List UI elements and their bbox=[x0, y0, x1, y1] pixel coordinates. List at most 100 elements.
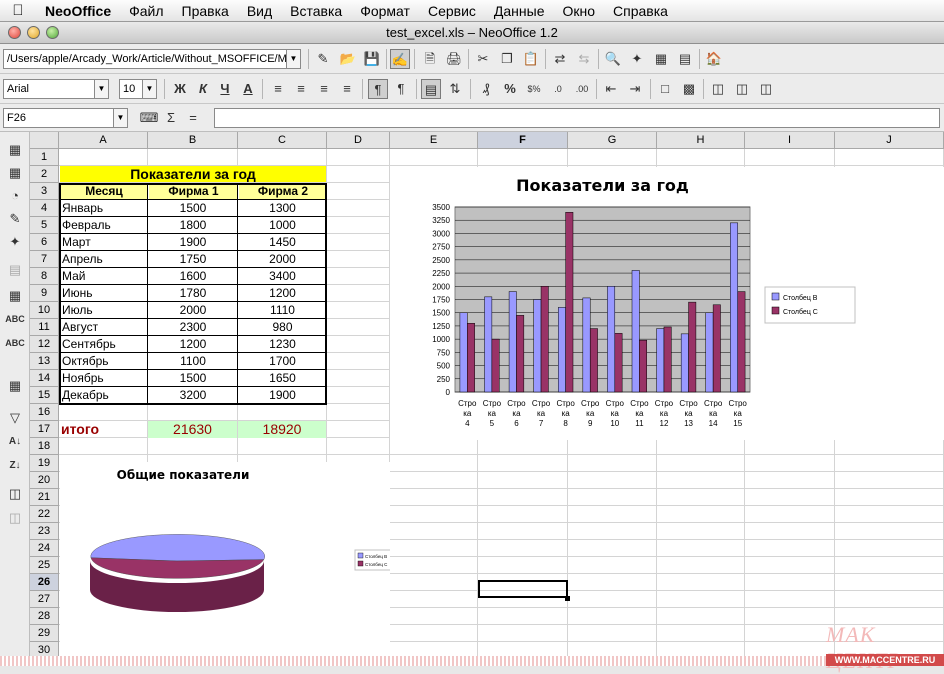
firm1-cell[interactable]: 1750 bbox=[148, 251, 238, 268]
chevron-down-icon[interactable]: ▼ bbox=[113, 109, 127, 127]
firm1-cell[interactable]: 2300 bbox=[148, 319, 238, 336]
insert-object-icon[interactable]: ◔ bbox=[5, 186, 25, 206]
row-header-4[interactable]: 4 bbox=[30, 200, 59, 217]
firm2-cell[interactable]: 1650 bbox=[238, 370, 327, 387]
menu-format[interactable]: Формат bbox=[351, 3, 419, 19]
spellcheck-icon[interactable]: ABC bbox=[5, 309, 25, 329]
font-name-combobox[interactable]: Arial ▼ bbox=[3, 79, 109, 99]
firm1-cell[interactable]: 2000 bbox=[148, 302, 238, 319]
row-header-21[interactable]: 21 bbox=[30, 489, 59, 506]
row-header-10[interactable]: 10 bbox=[30, 302, 59, 319]
firm2-cell[interactable]: 1300 bbox=[238, 200, 327, 217]
firm2-cell[interactable]: 1450 bbox=[238, 234, 327, 251]
copy-icon[interactable]: ❐ bbox=[497, 49, 517, 69]
underline-button[interactable]: Ч bbox=[215, 79, 235, 99]
italic-button[interactable]: К bbox=[193, 79, 213, 99]
edit-file-icon[interactable]: ✎ bbox=[313, 49, 333, 69]
row-header-9[interactable]: 9 bbox=[30, 285, 59, 302]
month-cell[interactable]: Апрель bbox=[62, 251, 146, 268]
redo-icon[interactable]: ⇆ bbox=[574, 49, 594, 69]
insert-rows-icon[interactable]: ▤ bbox=[5, 260, 25, 280]
wand-icon[interactable]: ✦ bbox=[5, 232, 25, 252]
bold-button[interactable]: Ж bbox=[170, 79, 190, 99]
row-header-1[interactable]: 1 bbox=[30, 149, 59, 166]
month-cell[interactable]: Август bbox=[62, 319, 146, 336]
undo-icon[interactable]: ⇄ bbox=[550, 49, 570, 69]
row-header-15[interactable]: 15 bbox=[30, 387, 59, 404]
row-header-5[interactable]: 5 bbox=[30, 217, 59, 234]
print-icon[interactable]: 🖨 bbox=[444, 49, 464, 69]
month-cell[interactable]: Ноябрь bbox=[62, 370, 146, 387]
row-header-8[interactable]: 8 bbox=[30, 268, 59, 285]
url-combobox[interactable]: /Users/apple/Arcady_Work/Article/Without… bbox=[3, 49, 301, 69]
column-header-c[interactable]: C bbox=[238, 132, 327, 149]
column-header-h[interactable]: H bbox=[657, 132, 745, 149]
firm2-cell[interactable]: 1700 bbox=[238, 353, 327, 370]
vertical-text-icon[interactable]: ⇅ bbox=[445, 79, 465, 99]
row-header-26[interactable]: 26 bbox=[30, 574, 59, 591]
sort-descending-icon[interactable]: Z↓ bbox=[5, 456, 25, 476]
month-cell[interactable]: Январь bbox=[62, 200, 146, 217]
open-folder-icon[interactable]: 📂 bbox=[338, 49, 358, 69]
hyperlink-icon[interactable]: 🏠 bbox=[704, 49, 724, 69]
navigator-icon[interactable]: ✦ bbox=[627, 49, 647, 69]
firm1-cell[interactable]: 1600 bbox=[148, 268, 238, 285]
function-button[interactable]: = bbox=[183, 108, 203, 128]
data-sources-icon[interactable]: ▤ bbox=[675, 49, 695, 69]
remove-decimal-icon[interactable]: .00 bbox=[572, 79, 592, 99]
fill-handle[interactable] bbox=[565, 596, 570, 601]
row-header-3[interactable]: 3 bbox=[30, 183, 59, 200]
row-header-29[interactable]: 29 bbox=[30, 625, 59, 642]
chevron-down-icon[interactable]: ▼ bbox=[94, 80, 108, 98]
currency-format-icon[interactable]: ₰ bbox=[476, 79, 496, 99]
increase-indent-icon[interactable]: ⇥ bbox=[625, 79, 645, 99]
align-left-icon[interactable]: ≡ bbox=[268, 79, 288, 99]
month-cell[interactable]: Февраль bbox=[62, 217, 146, 234]
month-cell[interactable]: Июнь bbox=[62, 285, 146, 302]
pie-chart[interactable]: Общие показатели Столбец B Столбец C bbox=[60, 462, 394, 666]
standard-format-icon[interactable]: $% bbox=[524, 79, 544, 99]
row-header-17[interactable]: 17 bbox=[30, 421, 59, 438]
text-direction-ltr-icon[interactable]: ¶ bbox=[368, 79, 388, 99]
row-header-7[interactable]: 7 bbox=[30, 251, 59, 268]
font-color-icon[interactable]: A bbox=[238, 79, 258, 99]
zoom-window-button[interactable] bbox=[46, 26, 59, 39]
column-header-g[interactable]: G bbox=[568, 132, 657, 149]
firm2-cell[interactable]: 1230 bbox=[238, 336, 327, 353]
row-header-13[interactable]: 13 bbox=[30, 353, 59, 370]
save-icon[interactable]: 💾 bbox=[362, 49, 382, 69]
table-header-2[interactable]: Фирма 2 bbox=[239, 183, 327, 199]
row-header-28[interactable]: 28 bbox=[30, 608, 59, 625]
menu-edit[interactable]: Правка bbox=[173, 3, 238, 19]
column-header-d[interactable]: D bbox=[327, 132, 390, 149]
cut-icon[interactable]: ✂ bbox=[473, 49, 493, 69]
split-cells-icon[interactable]: ◫ bbox=[732, 79, 752, 99]
apple-menu-icon[interactable]:  bbox=[0, 2, 36, 19]
active-cell[interactable] bbox=[478, 580, 568, 598]
wrap-text-icon[interactable]: ◫ bbox=[756, 79, 776, 99]
row-header-20[interactable]: 20 bbox=[30, 472, 59, 489]
autospellcheck-icon[interactable]: ABC bbox=[5, 333, 25, 353]
bar-chart[interactable]: Показатели за год 0 250 500 750 1000 1250 1500 1… bbox=[390, 167, 944, 440]
decrease-indent-icon[interactable]: ⇤ bbox=[601, 79, 621, 99]
firm2-cell[interactable]: 1000 bbox=[238, 217, 327, 234]
select-all-corner[interactable] bbox=[30, 132, 59, 149]
row-header-6[interactable]: 6 bbox=[30, 234, 59, 251]
month-cell[interactable]: Сентябрь bbox=[62, 336, 146, 353]
formula-input[interactable] bbox=[214, 108, 940, 128]
month-cell[interactable]: Март bbox=[62, 234, 146, 251]
paste-icon[interactable]: 📋 bbox=[521, 49, 541, 69]
table-header-0[interactable]: Месяц bbox=[60, 183, 148, 199]
firm2-cell[interactable]: 980 bbox=[238, 319, 327, 336]
total-firm1[interactable]: 21630 bbox=[148, 421, 237, 438]
table-title[interactable]: Показатели за год bbox=[60, 166, 326, 182]
show-draw-functions-icon[interactable]: ✎ bbox=[5, 209, 25, 229]
firm2-cell[interactable]: 1200 bbox=[238, 285, 327, 302]
column-header-j[interactable]: J bbox=[835, 132, 944, 149]
firm1-cell[interactable]: 1900 bbox=[148, 234, 238, 251]
minimize-window-button[interactable] bbox=[27, 26, 40, 39]
firm2-cell[interactable]: 1900 bbox=[238, 387, 327, 404]
firm1-cell[interactable]: 1500 bbox=[148, 370, 238, 387]
sort-ascending-icon[interactable]: A↓ bbox=[5, 432, 25, 452]
row-header-19[interactable]: 19 bbox=[30, 455, 59, 472]
